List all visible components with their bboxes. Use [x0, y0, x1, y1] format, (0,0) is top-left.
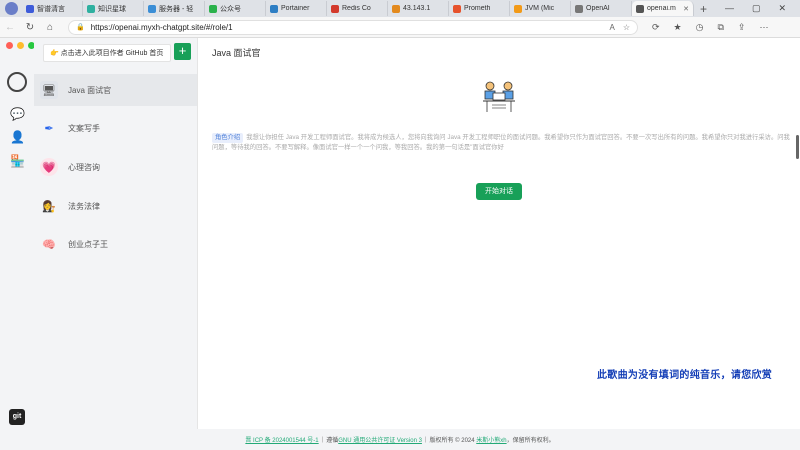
- role-item-legal[interactable]: 👩‍⚖️ 法务法律: [34, 190, 197, 222]
- tab-favicon-icon: [87, 4, 95, 13]
- tab-title: openai.m: [647, 5, 676, 12]
- page-scrollbar[interactable]: [796, 135, 799, 159]
- new-tab-button[interactable]: +: [700, 2, 707, 16]
- tab-title: Portainer: [281, 5, 310, 12]
- role-label: 文案写手: [68, 123, 100, 133]
- window-controls: — ▢ ✕: [725, 3, 800, 14]
- tab-close-icon[interactable]: ✕: [683, 5, 689, 13]
- browser-tab[interactable]: OpenAI: [571, 1, 632, 16]
- maximize-icon[interactable]: ▢: [752, 3, 761, 14]
- interview-illustration-icon: [483, 81, 515, 112]
- github-link-button[interactable]: 👉 点击进入此项目作者 GitHub 首页: [43, 44, 171, 62]
- extensions-icon[interactable]: ⟳: [652, 22, 660, 33]
- share-icon[interactable]: ⇪: [738, 22, 746, 33]
- heart-icon: 💗: [40, 158, 58, 176]
- tab-title: Redis Co: [342, 5, 371, 12]
- icp-link[interactable]: 晋 ICP 备 2024001544 号-1: [245, 435, 318, 444]
- browser-tab[interactable]: 智谱清言: [22, 1, 83, 16]
- tab-title: 知识星球: [98, 5, 126, 13]
- page-title: Java 面试官: [212, 48, 261, 58]
- pen-icon: ✒: [44, 122, 54, 135]
- license-prefix: 遵循: [326, 438, 339, 444]
- yellow-dot-icon: [17, 42, 24, 49]
- role-label: Java 面试官: [68, 85, 112, 95]
- read-aloud-icon[interactable]: A: [609, 23, 614, 32]
- left-rail: 💬 👤 🏪 git: [0, 38, 35, 429]
- role-item-java[interactable]: 🖥 Java 面试官: [34, 74, 197, 106]
- browser-tab[interactable]: JVM (Mic: [510, 1, 571, 16]
- browser-tab[interactable]: Portainer: [266, 1, 327, 16]
- minimize-icon[interactable]: —: [725, 3, 734, 14]
- browser-tab[interactable]: Prometh: [449, 1, 510, 16]
- url-field[interactable]: 🔒 https://openai.myxh-chatgpt.site/#/rol…: [68, 19, 638, 35]
- intro-label: 角色介绍: [212, 133, 244, 143]
- tab-favicon-icon: [392, 4, 400, 13]
- favorite-icon[interactable]: ☆: [623, 23, 630, 32]
- home-icon[interactable]: ⌂: [40, 22, 60, 33]
- add-role-button[interactable]: +: [174, 43, 191, 60]
- lawyer-icon: 👩‍⚖️: [42, 200, 56, 213]
- tab-title: OpenAI: [586, 5, 610, 12]
- tab-favicon-icon: [331, 4, 339, 13]
- role-item-startup[interactable]: 🧠 创业点子王: [34, 228, 197, 260]
- back-icon[interactable]: ←: [0, 22, 20, 33]
- role-item-counseling[interactable]: 💗 心理咨询: [34, 151, 197, 183]
- browser-tab[interactable]: 公众号: [205, 1, 266, 16]
- browser-tab-strip: 智谱清言 知识星球 服务器 - 轻 公众号 Portainer Redis Co 43.14…: [0, 0, 800, 17]
- tab-favicon-icon: [514, 4, 522, 13]
- tab-title: JVM (Mic: [525, 5, 555, 12]
- rights-text: ，保留所有权利。: [506, 438, 555, 444]
- browser-tab[interactable]: 服务器 - 轻: [144, 1, 205, 16]
- author-link[interactable]: 米斯小熊xh: [476, 435, 506, 444]
- tab-title: 公众号: [220, 5, 241, 13]
- git-icon[interactable]: git: [9, 409, 25, 425]
- tab-title: Prometh: [464, 5, 491, 12]
- user-icon[interactable]: 👤: [10, 130, 25, 144]
- history-icon[interactable]: ◷: [696, 22, 704, 33]
- interviewer-avatar-icon: 🖥: [40, 81, 58, 99]
- profile-avatar[interactable]: [5, 2, 18, 15]
- tab-favicon-icon: [636, 4, 644, 13]
- tab-favicon-icon: [148, 4, 156, 13]
- license-link[interactable]: GNU 通用公共许可证 Version 3: [338, 435, 422, 444]
- store-icon[interactable]: 🏪: [10, 154, 25, 168]
- lock-icon[interactable]: 🔒: [76, 23, 85, 31]
- role-label: 法务法律: [68, 201, 100, 211]
- tab-title: 服务器 - 轻: [159, 5, 194, 13]
- address-bar-row: ← ↻ ⌂ 🔒 https://openai.myxh-chatgpt.site…: [0, 17, 800, 38]
- tab-title: 43.143.1: [403, 5, 431, 12]
- openai-logo-icon[interactable]: [7, 72, 27, 92]
- brain-icon: 🧠: [42, 238, 56, 251]
- reload-icon[interactable]: ↻: [20, 22, 40, 33]
- role-sidebar: 👉 点击进入此项目作者 GitHub 首页 + 🖥 Java 面试官 ✒ 文案写…: [34, 38, 198, 429]
- video-subtitle: 此歌曲为没有填词的纯音乐，请您欣赏: [597, 370, 773, 381]
- tab-favicon-icon: [270, 4, 278, 13]
- copyright-text: 版权所有 © 2024: [429, 438, 475, 444]
- window-dots: [6, 42, 35, 49]
- browser-tab[interactable]: Redis Co: [327, 1, 388, 16]
- tab-favicon-icon: [575, 4, 583, 13]
- chat-icon[interactable]: 💬: [10, 107, 25, 121]
- role-intro: 角色介绍 我想让你担任 Java 开发工程师面试官。我将成为候选人，您将向我询问 …: [212, 133, 792, 153]
- browser-tab[interactable]: 知识星球: [83, 1, 144, 16]
- favorites-icon[interactable]: ★: [674, 22, 682, 33]
- role-label: 创业点子王: [68, 239, 108, 249]
- tab-favicon-icon: [209, 4, 217, 13]
- browser-tab[interactable]: 43.143.1: [388, 1, 449, 16]
- tab-favicon-icon: [26, 4, 34, 13]
- role-item-copywriter[interactable]: ✒ 文案写手: [34, 112, 197, 144]
- role-label: 心理咨询: [68, 162, 100, 172]
- url-text: https://openai.myxh-chatgpt.site/#/role/…: [90, 22, 233, 32]
- app-container: 💬 👤 🏪 git 👉 点击进入此项目作者 GitHub 首页 + 🖥 Java…: [0, 38, 800, 450]
- footer: 晋 ICP 备 2024001544 号-1 | 遵循 GNU 通用公共许可证 …: [0, 429, 800, 450]
- intro-text: 我想让你担任 Java 开发工程师面试官。我将成为候选人，您将向我询问 Java…: [212, 134, 790, 151]
- browser-tab[interactable]: openai.m ✕: [632, 1, 694, 16]
- tab-title: 智谱清言: [37, 5, 65, 13]
- red-dot-icon: [6, 42, 13, 49]
- tab-favicon-icon: [453, 4, 461, 13]
- start-chat-button[interactable]: 开始对话: [476, 183, 522, 200]
- more-icon[interactable]: ⋯: [759, 22, 768, 33]
- close-window-icon[interactable]: ✕: [778, 3, 786, 14]
- collections-icon[interactable]: ⧉: [717, 22, 723, 33]
